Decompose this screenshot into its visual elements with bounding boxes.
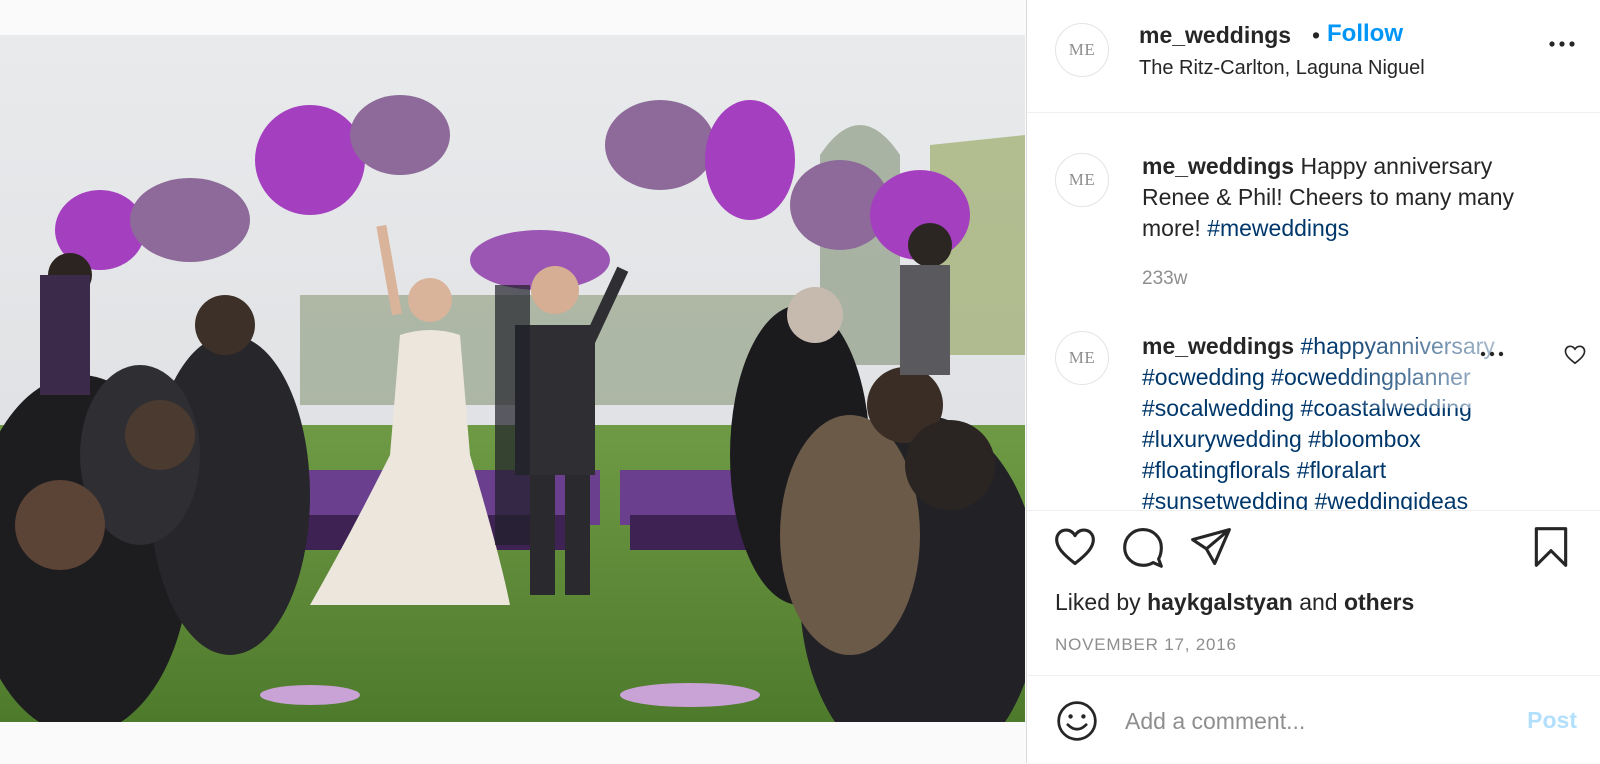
smiley-icon[interactable]: [1055, 699, 1099, 743]
likes-others-link[interactable]: others: [1344, 589, 1414, 615]
header-separator: •: [1312, 22, 1321, 48]
likes-prefix: Liked by: [1055, 589, 1141, 615]
heart-icon[interactable]: [1053, 525, 1097, 569]
avatar-initials: ME: [1068, 170, 1096, 189]
caption-username[interactable]: me_weddings: [1142, 153, 1294, 179]
comment-bubble-icon[interactable]: [1121, 525, 1165, 569]
comment-composer: Post: [1027, 675, 1600, 764]
post-header: ME me_weddings • Follow The Ritz-Carlton…: [1027, 0, 1600, 113]
avatar-initials: ME: [1068, 40, 1096, 59]
caption-comment: me_weddings Happy anniversary Renee & Ph…: [1142, 151, 1562, 244]
likes-and: and: [1299, 589, 1338, 615]
wedding-photo-illustration: [0, 35, 1025, 722]
post-side-panel: ME me_weddings • Follow The Ritz-Carlton…: [1026, 0, 1600, 763]
post-media-area: [0, 0, 1025, 763]
bookmark-icon[interactable]: [1529, 525, 1573, 569]
comment-username[interactable]: me_weddings: [1142, 333, 1294, 359]
hashtag-line[interactable]: #floatingflorals #floralart: [1142, 455, 1562, 486]
hashtag-line[interactable]: #sunsetwedding #weddingideas: [1142, 486, 1562, 510]
paper-plane-icon[interactable]: [1189, 525, 1233, 569]
avatar-initials: ME: [1068, 348, 1096, 367]
caption-hashtag[interactable]: #meweddings: [1207, 215, 1349, 241]
comment-input[interactable]: [1123, 702, 1507, 740]
avatar[interactable]: ME: [1055, 153, 1109, 207]
post-date[interactable]: NOVEMBER 17, 2016: [1055, 635, 1237, 655]
post-photo[interactable]: [0, 35, 1025, 722]
post-actions: Liked by haykgalstyan and others NOVEMBE…: [1027, 510, 1600, 676]
follow-button[interactable]: Follow: [1327, 20, 1403, 48]
hashtag-line[interactable]: #luxurywedding #bloombox: [1142, 424, 1562, 455]
comment-hover-fade: [1327, 338, 1567, 408]
location-link[interactable]: The Ritz-Carlton, Laguna Niguel: [1139, 57, 1425, 80]
likes-user-link[interactable]: haykgalstyan: [1147, 589, 1293, 615]
avatar[interactable]: ME: [1055, 23, 1109, 77]
comment-heart-icon[interactable]: [1564, 345, 1586, 365]
caption-timestamp[interactable]: 233w: [1142, 268, 1187, 290]
header-username[interactable]: me_weddings: [1139, 22, 1291, 49]
avatar[interactable]: ME: [1055, 331, 1109, 385]
comments-list[interactable]: ME me_weddings Happy anniversary Renee &…: [1027, 113, 1600, 510]
more-horizontal-icon[interactable]: [1547, 34, 1577, 54]
comment-more-icon[interactable]: [1479, 350, 1505, 358]
likes-summary: Liked by haykgalstyan and others: [1055, 589, 1414, 616]
post-comment-button[interactable]: Post: [1527, 707, 1577, 734]
